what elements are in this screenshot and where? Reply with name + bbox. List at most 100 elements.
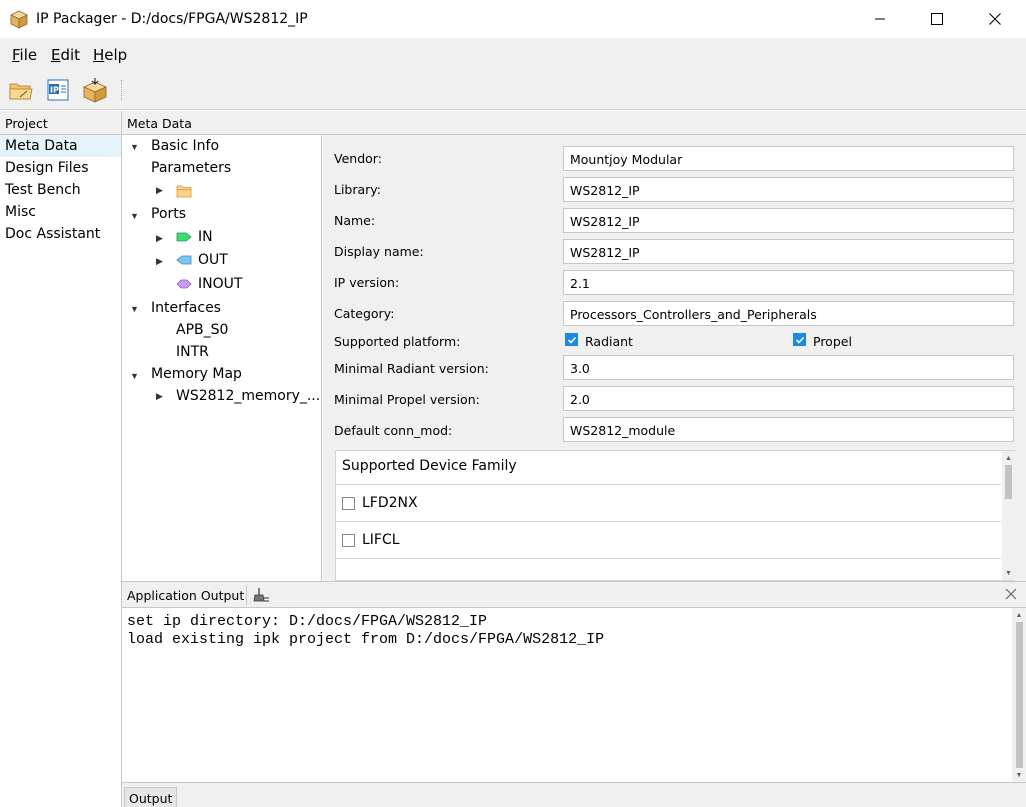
device-family-label: LFD2NX xyxy=(362,495,418,511)
collapsed-arrow-icon[interactable]: ▶ xyxy=(156,391,163,402)
lifcl-checkbox[interactable] xyxy=(342,534,355,547)
checkmark-icon xyxy=(795,336,804,344)
collapsed-arrow-icon[interactable]: ▶ xyxy=(156,233,163,244)
device-family-scrollbar[interactable]: ▲ ▼ xyxy=(1002,451,1015,580)
ip-document-icon: IP xyxy=(47,79,69,101)
tree-item-basic-info[interactable]: Basic Info xyxy=(151,135,219,157)
scroll-down-icon[interactable]: ▼ xyxy=(1002,566,1015,580)
output-port-icon xyxy=(176,255,192,265)
inout-port-icon xyxy=(176,279,192,289)
package-ip-button[interactable] xyxy=(80,75,110,105)
min-radiant-label: Minimal Radiant version: xyxy=(334,361,489,376)
ip-version-label: IP version: xyxy=(334,275,400,290)
device-family-label: LIFCL xyxy=(362,532,400,548)
output-scrollbar[interactable]: ▲ ▼ xyxy=(1012,608,1026,782)
minimize-icon xyxy=(875,18,885,20)
device-family-table: Supported Device Family LFD2NX LIFCL ▲ ▼ xyxy=(335,450,1015,581)
category-field[interactable]: Processors_Controllers_and_Peripherals xyxy=(563,301,1014,326)
meta-tree: Basic Info ▼ Parameters ▶ ▼ Ports ▶ IN ▶… xyxy=(122,135,322,581)
meta-data-panel: Meta Data Basic Info ▼ Parameters ▶ ▼ Po… xyxy=(122,111,1026,581)
device-family-row[interactable]: LIFCL xyxy=(336,522,1001,559)
scroll-up-icon[interactable]: ▲ xyxy=(1002,451,1015,465)
project-panel: Project Meta Data Design Files Test Benc… xyxy=(0,111,122,807)
tree-item-apb-s0[interactable]: APB_S0 xyxy=(176,319,228,341)
propel-checkbox[interactable] xyxy=(793,333,806,346)
project-panel-header: Project xyxy=(0,111,121,135)
library-field[interactable]: WS2812_IP xyxy=(563,177,1014,202)
open-project-button[interactable] xyxy=(6,75,36,105)
menu-help[interactable]: Help xyxy=(93,46,127,64)
output-line: load existing ipk project from D:/docs/F… xyxy=(127,631,605,648)
output-log: set ip directory: D:/docs/FPGA/WS2812_IP… xyxy=(127,613,604,649)
tree-item-memory-block[interactable]: WS2812_memory_... xyxy=(176,385,320,407)
menu-file[interactable]: File xyxy=(12,46,37,64)
tree-item-parameters[interactable]: Parameters xyxy=(151,157,231,179)
name-field[interactable]: WS2812_IP xyxy=(563,208,1014,233)
close-button[interactable] xyxy=(966,0,1024,38)
meta-data-header: Meta Data xyxy=(122,111,1026,135)
conn-mod-label: Default conn_mod: xyxy=(334,423,453,438)
close-icon xyxy=(1005,588,1017,600)
maximize-icon xyxy=(931,13,943,25)
tree-item-ports[interactable]: Ports xyxy=(151,203,186,225)
tree-item-intr[interactable]: INTR xyxy=(176,341,209,363)
maximize-button[interactable] xyxy=(908,0,966,38)
project-item-meta-data[interactable]: Meta Data xyxy=(0,135,121,157)
window-title: IP Packager - D:/docs/FPGA/WS2812_IP xyxy=(36,11,308,27)
lfd2nx-checkbox[interactable] xyxy=(342,497,355,510)
ip-info-button[interactable]: IP xyxy=(43,75,73,105)
close-output-button[interactable] xyxy=(1004,587,1018,601)
vendor-label: Vendor: xyxy=(334,151,382,166)
minimize-button[interactable] xyxy=(851,0,909,38)
min-propel-field[interactable]: 2.0 xyxy=(563,386,1014,411)
library-label: Library: xyxy=(334,182,382,197)
display-name-field[interactable]: WS2812_IP xyxy=(563,239,1014,264)
tab-output[interactable]: Output xyxy=(124,787,178,807)
tree-item-parameter-folder[interactable] xyxy=(176,180,192,202)
device-family-header: Supported Device Family xyxy=(336,451,1001,485)
category-label: Category: xyxy=(334,306,395,321)
min-radiant-field[interactable]: 3.0 xyxy=(563,355,1014,380)
expanded-arrow-icon[interactable]: ▼ xyxy=(130,304,139,314)
menu-bar: File Edit Help xyxy=(0,38,1026,70)
expanded-arrow-icon[interactable]: ▼ xyxy=(130,211,139,221)
project-item-misc[interactable]: Misc xyxy=(0,201,121,223)
svg-text:IP: IP xyxy=(50,86,59,95)
scroll-up-icon[interactable]: ▲ xyxy=(1012,608,1026,622)
scroll-down-icon[interactable]: ▼ xyxy=(1012,768,1026,782)
display-name-label: Display name: xyxy=(334,244,424,259)
scrollbar-thumb[interactable] xyxy=(1005,465,1012,499)
output-header: Application Output xyxy=(122,582,1026,608)
collapsed-arrow-icon[interactable]: ▶ xyxy=(156,256,163,267)
radiant-checkbox[interactable] xyxy=(565,333,578,346)
vendor-field[interactable]: Mountjoy Modular xyxy=(563,146,1014,171)
conn-mod-field[interactable]: WS2812_module xyxy=(563,417,1014,442)
tree-item-port-out[interactable]: OUT xyxy=(176,249,228,271)
project-item-design-files[interactable]: Design Files xyxy=(0,157,121,179)
name-label: Name: xyxy=(334,213,376,228)
scrollbar-thumb[interactable] xyxy=(1016,622,1023,768)
folder-icon xyxy=(176,185,192,198)
output-tab-bar: Output xyxy=(122,782,1026,807)
tree-item-port-inout[interactable]: INOUT xyxy=(176,273,242,295)
project-item-doc-assistant[interactable]: Doc Assistant xyxy=(0,223,121,245)
expanded-arrow-icon[interactable]: ▼ xyxy=(130,142,139,152)
expanded-arrow-icon[interactable]: ▼ xyxy=(130,371,139,381)
tree-item-interfaces[interactable]: Interfaces xyxy=(151,297,221,319)
supported-platform-label: Supported platform: xyxy=(334,334,461,349)
package-icon xyxy=(83,78,107,103)
application-output-panel: Application Output set ip directory: D:/… xyxy=(122,581,1026,807)
clear-output-button[interactable] xyxy=(253,586,271,604)
checkmark-icon xyxy=(567,336,576,344)
tree-item-memory-map[interactable]: Memory Map xyxy=(151,363,242,385)
device-family-row[interactable]: LFD2NX xyxy=(336,485,1001,522)
menu-edit[interactable]: Edit xyxy=(51,46,80,64)
min-propel-label: Minimal Propel version: xyxy=(334,392,480,407)
package-app-icon xyxy=(9,9,29,29)
toolbar-separator xyxy=(121,80,122,100)
ip-version-field[interactable]: 2.1 xyxy=(563,270,1014,295)
tree-item-port-in[interactable]: IN xyxy=(176,226,213,248)
project-item-test-bench[interactable]: Test Bench xyxy=(0,179,121,201)
close-icon xyxy=(989,13,1001,25)
collapsed-arrow-icon[interactable]: ▶ xyxy=(156,185,163,196)
